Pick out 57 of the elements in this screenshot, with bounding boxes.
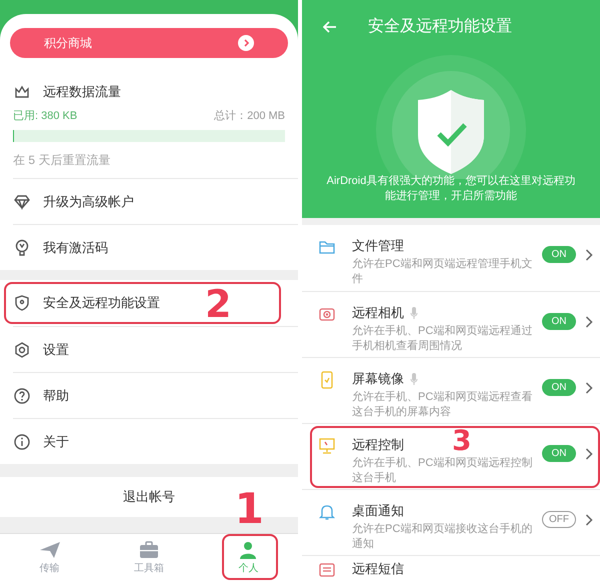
total-amount: 总计：200 MB (214, 108, 285, 124)
feature-description: 允许在PC端和网页端接收这台手机的通知 (352, 522, 534, 552)
info-icon (13, 432, 31, 450)
chevron-right-icon (585, 316, 593, 328)
feature-description: 允许在手机、PC端和网页端远程控制这台手机 (352, 456, 534, 486)
feature-item[interactable]: 远程控制 允许在手机、PC端和网页端远程控制这台手机 3 ON (302, 423, 600, 489)
monitor-icon (318, 437, 336, 455)
help-icon (13, 386, 31, 404)
menu-label: 升级为高级帐户 (43, 192, 134, 211)
traffic-title: 远程数据流量 (43, 83, 121, 102)
bell-icon (318, 503, 336, 521)
feature-title: 文件管理 (352, 237, 404, 255)
menu-item[interactable]: 升级为高级帐户 (13, 178, 298, 224)
message-icon (318, 561, 336, 579)
chevron-right-icon (585, 448, 593, 460)
feature-description: 允许在PC端和网页端远程管理手机文件 (352, 257, 534, 287)
menu-label: 安全及远程功能设置 (43, 294, 160, 312)
step-number: 3 (452, 427, 472, 455)
chevron-right-icon (585, 382, 593, 394)
chevron-right-icon (585, 249, 593, 261)
menu-label: 帮助 (43, 386, 69, 405)
step-number: 1 (234, 488, 264, 530)
feature-item[interactable]: 远程短信 (302, 555, 600, 582)
page-title: 安全及远程功能设置 (368, 16, 512, 37)
menu-item[interactable]: 设置 (13, 326, 298, 372)
menu-label: 我有激活码 (43, 238, 108, 257)
menu-item[interactable]: 安全及远程功能设置 2 (0, 280, 298, 326)
feature-item[interactable]: 文件管理 允许在PC端和网页端远程管理手机文件 ON (302, 225, 600, 291)
menu-item[interactable]: 帮助 (13, 372, 298, 418)
feature-item[interactable]: 屏幕镜像 允许在手机、PC端和网页端远程查看这台手机的屏幕内容 ON (302, 357, 600, 423)
menu-label: 关于 (43, 432, 69, 451)
feature-description: 允许在手机、PC端和网页端远程通过手机相机查看周围情况 (352, 324, 534, 354)
feature-description: 允许在手机、PC端和网页端远程查看这台手机的屏幕内容 (352, 390, 534, 420)
reset-note: 在 5 天后重置流量 (13, 152, 110, 169)
feature-item[interactable]: 远程相机 允许在手机、PC端和网页端远程通过手机相机查看周围情况 ON (302, 291, 600, 357)
feature-item[interactable]: 桌面通知 允许在PC端和网页端接收这台手机的通知 OFF (302, 489, 600, 555)
used-amount: 已用: 380 KB (13, 108, 78, 124)
diamond-icon (13, 192, 31, 210)
feature-title: 远程相机 (352, 304, 404, 322)
toolbox-icon (138, 540, 160, 558)
feature-title: 远程控制 (352, 436, 404, 454)
header-description: AirDroid具有很强大的功能，您可以在这里对远程功能进行管理，开启所需功能 (326, 174, 576, 204)
feature-title: 远程短信 (352, 560, 404, 578)
banner-label: 积分商城 (44, 35, 92, 52)
chevron-right-icon (585, 514, 593, 526)
highlight-frame (222, 534, 278, 580)
menu-label: 设置 (43, 340, 69, 359)
chevron-right-icon (238, 35, 254, 51)
shield-icon (13, 294, 31, 312)
lightbulb-icon (13, 238, 31, 256)
back-arrow-icon (323, 21, 337, 33)
step-number: 2 (205, 285, 232, 323)
settings-icon (13, 340, 31, 358)
feature-title: 屏幕镜像 (352, 370, 404, 388)
paper-plane-icon (38, 540, 61, 558)
logout-button[interactable]: 退出帐号 (119, 487, 179, 507)
feature-title: 桌面通知 (352, 502, 404, 520)
